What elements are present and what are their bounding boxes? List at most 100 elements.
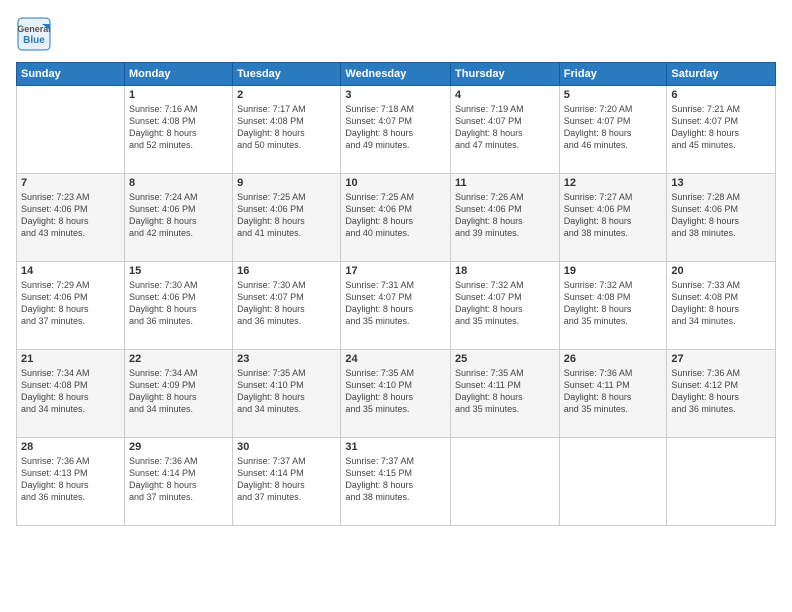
day-info: Sunrise: 7:36 AMSunset: 4:11 PMDaylight:… [564,367,663,416]
calendar-table: Sunday Monday Tuesday Wednesday Thursday… [16,62,776,526]
table-row: 17 Sunrise: 7:31 AMSunset: 4:07 PMDayligh… [341,262,451,350]
table-row: 27 Sunrise: 7:36 AMSunset: 4:12 PMDayligh… [667,350,776,438]
page: General Blue Sunday Monday Tuesday Wedne… [0,0,792,612]
calendar-week-row: 21 Sunrise: 7:34 AMSunset: 4:08 PMDayligh… [17,350,776,438]
day-number: 22 [129,353,228,365]
day-number: 11 [455,177,555,189]
day-number: 10 [345,177,446,189]
day-number: 4 [455,89,555,101]
col-monday: Monday [124,63,232,86]
day-number: 27 [671,353,771,365]
day-number: 13 [671,177,771,189]
table-row: 25Sunrise: 7:35 AMSunset: 4:11 PMDayligh… [451,350,560,438]
day-number: 6 [671,89,771,101]
day-info: Sunrise: 7:27 AMSunset: 4:06 PMDaylight:… [564,191,663,240]
table-row [667,438,776,526]
day-number: 5 [564,89,663,101]
table-row: 15 Sunrise: 7:30 AMSunset: 4:06 PMDayligh… [124,262,232,350]
day-number: 17 [345,265,446,277]
table-row: 8 Sunrise: 7:24 AMSunset: 4:06 PMDaylight… [124,174,232,262]
day-number: 24 [345,353,446,365]
day-number: 26 [564,353,663,365]
day-info: Sunrise: 7:30 AMSunset: 4:07 PMDaylight:… [237,279,336,328]
day-number: 18 [455,265,555,277]
day-number: 2 [237,89,336,101]
table-row: 26 Sunrise: 7:36 AMSunset: 4:11 PMDayligh… [559,350,667,438]
day-number: 8 [129,177,228,189]
col-tuesday: Tuesday [233,63,341,86]
day-info: Sunrise: 7:30 AMSunset: 4:06 PMDaylight:… [129,279,228,328]
table-row: 18 Sunrise: 7:32 AMSunset: 4:07 PMDayligh… [451,262,560,350]
calendar-week-row: 7 Sunrise: 7:23 AMSunset: 4:06 PMDaylight… [17,174,776,262]
day-number: 16 [237,265,336,277]
day-info: Sunrise: 7:36 AMSunset: 4:12 PMDaylight:… [671,367,771,416]
day-info: Sunrise: 7:32 AMSunset: 4:07 PMDaylight:… [455,279,555,328]
table-row: 23Sunrise: 7:35 AMSunset: 4:10 PMDayligh… [233,350,341,438]
logo: General Blue [16,16,52,52]
calendar-week-row: 28 Sunrise: 7:36 AMSunset: 4:13 PMDayligh… [17,438,776,526]
day-info: Sunrise: 7:16 AMSunset: 4:08 PMDaylight:… [129,103,228,152]
table-row: 11Sunrise: 7:26 AMSunset: 4:06 PMDayligh… [451,174,560,262]
day-number: 30 [237,441,336,453]
day-number: 28 [21,441,120,453]
col-thursday: Thursday [451,63,560,86]
table-row: 22 Sunrise: 7:34 AMSunset: 4:09 PMDayligh… [124,350,232,438]
day-number: 14 [21,265,120,277]
col-saturday: Saturday [667,63,776,86]
day-info: Sunrise: 7:25 AMSunset: 4:06 PMDaylight:… [237,191,336,240]
col-friday: Friday [559,63,667,86]
day-number: 19 [564,265,663,277]
day-number: 12 [564,177,663,189]
day-info: Sunrise: 7:24 AMSunset: 4:06 PMDaylight:… [129,191,228,240]
day-info: Sunrise: 7:32 AMSunset: 4:08 PMDaylight:… [564,279,663,328]
header: General Blue [16,16,776,52]
day-info: Sunrise: 7:19 AMSunset: 4:07 PMDaylight:… [455,103,555,152]
day-info: Sunrise: 7:23 AMSunset: 4:06 PMDaylight:… [21,191,120,240]
day-info: Sunrise: 7:34 AMSunset: 4:09 PMDaylight:… [129,367,228,416]
table-row: 5Sunrise: 7:20 AMSunset: 4:07 PMDaylight… [559,86,667,174]
table-row [451,438,560,526]
table-row: 19 Sunrise: 7:32 AMSunset: 4:08 PMDayligh… [559,262,667,350]
day-number: 31 [345,441,446,453]
day-number: 23 [237,353,336,365]
day-info: Sunrise: 7:34 AMSunset: 4:08 PMDaylight:… [21,367,120,416]
table-row: 30 Sunrise: 7:37 AMSunset: 4:14 PMDayligh… [233,438,341,526]
day-number: 21 [21,353,120,365]
calendar-week-row: 14 Sunrise: 7:29 AMSunset: 4:06 PMDayligh… [17,262,776,350]
day-info: Sunrise: 7:18 AMSunset: 4:07 PMDaylight:… [345,103,446,152]
logo-icon: General Blue [16,16,52,52]
table-row: 29 Sunrise: 7:36 AMSunset: 4:14 PMDayligh… [124,438,232,526]
table-row: 4 Sunrise: 7:19 AMSunset: 4:07 PMDaylight… [451,86,560,174]
col-sunday: Sunday [17,63,125,86]
table-row: 20Sunrise: 7:33 AMSunset: 4:08 PMDayligh… [667,262,776,350]
day-info: Sunrise: 7:28 AMSunset: 4:06 PMDaylight:… [671,191,771,240]
table-row: 21 Sunrise: 7:34 AMSunset: 4:08 PMDayligh… [17,350,125,438]
day-number: 1 [129,89,228,101]
day-info: Sunrise: 7:36 AMSunset: 4:13 PMDaylight:… [21,455,120,504]
day-number: 29 [129,441,228,453]
table-row: 13 Sunrise: 7:28 AMSunset: 4:06 PMDayligh… [667,174,776,262]
day-info: Sunrise: 7:37 AMSunset: 4:15 PMDaylight:… [345,455,446,504]
table-row: 9 Sunrise: 7:25 AMSunset: 4:06 PMDaylight… [233,174,341,262]
calendar-week-row: 1 Sunrise: 7:16 AMSunset: 4:08 PMDaylight… [17,86,776,174]
day-number: 15 [129,265,228,277]
table-row [559,438,667,526]
day-info: Sunrise: 7:36 AMSunset: 4:14 PMDaylight:… [129,455,228,504]
day-info: Sunrise: 7:37 AMSunset: 4:14 PMDaylight:… [237,455,336,504]
day-info: Sunrise: 7:35 AMSunset: 4:11 PMDaylight:… [455,367,555,416]
calendar-header-row: Sunday Monday Tuesday Wednesday Thursday… [17,63,776,86]
day-info: Sunrise: 7:33 AMSunset: 4:08 PMDaylight:… [671,279,771,328]
day-info: Sunrise: 7:31 AMSunset: 4:07 PMDaylight:… [345,279,446,328]
day-info: Sunrise: 7:21 AMSunset: 4:07 PMDaylight:… [671,103,771,152]
day-number: 7 [21,177,120,189]
day-number: 9 [237,177,336,189]
table-row: 31 Sunrise: 7:37 AMSunset: 4:15 PMDayligh… [341,438,451,526]
day-info: Sunrise: 7:29 AMSunset: 4:06 PMDaylight:… [21,279,120,328]
table-row: 7 Sunrise: 7:23 AMSunset: 4:06 PMDaylight… [17,174,125,262]
table-row: 14 Sunrise: 7:29 AMSunset: 4:06 PMDayligh… [17,262,125,350]
day-info: Sunrise: 7:35 AMSunset: 4:10 PMDaylight:… [345,367,446,416]
day-number: 3 [345,89,446,101]
table-row: 2Sunrise: 7:17 AMSunset: 4:08 PMDaylight… [233,86,341,174]
table-row: 12 Sunrise: 7:27 AMSunset: 4:06 PMDayligh… [559,174,667,262]
table-row: 10Sunrise: 7:25 AMSunset: 4:06 PMDayligh… [341,174,451,262]
